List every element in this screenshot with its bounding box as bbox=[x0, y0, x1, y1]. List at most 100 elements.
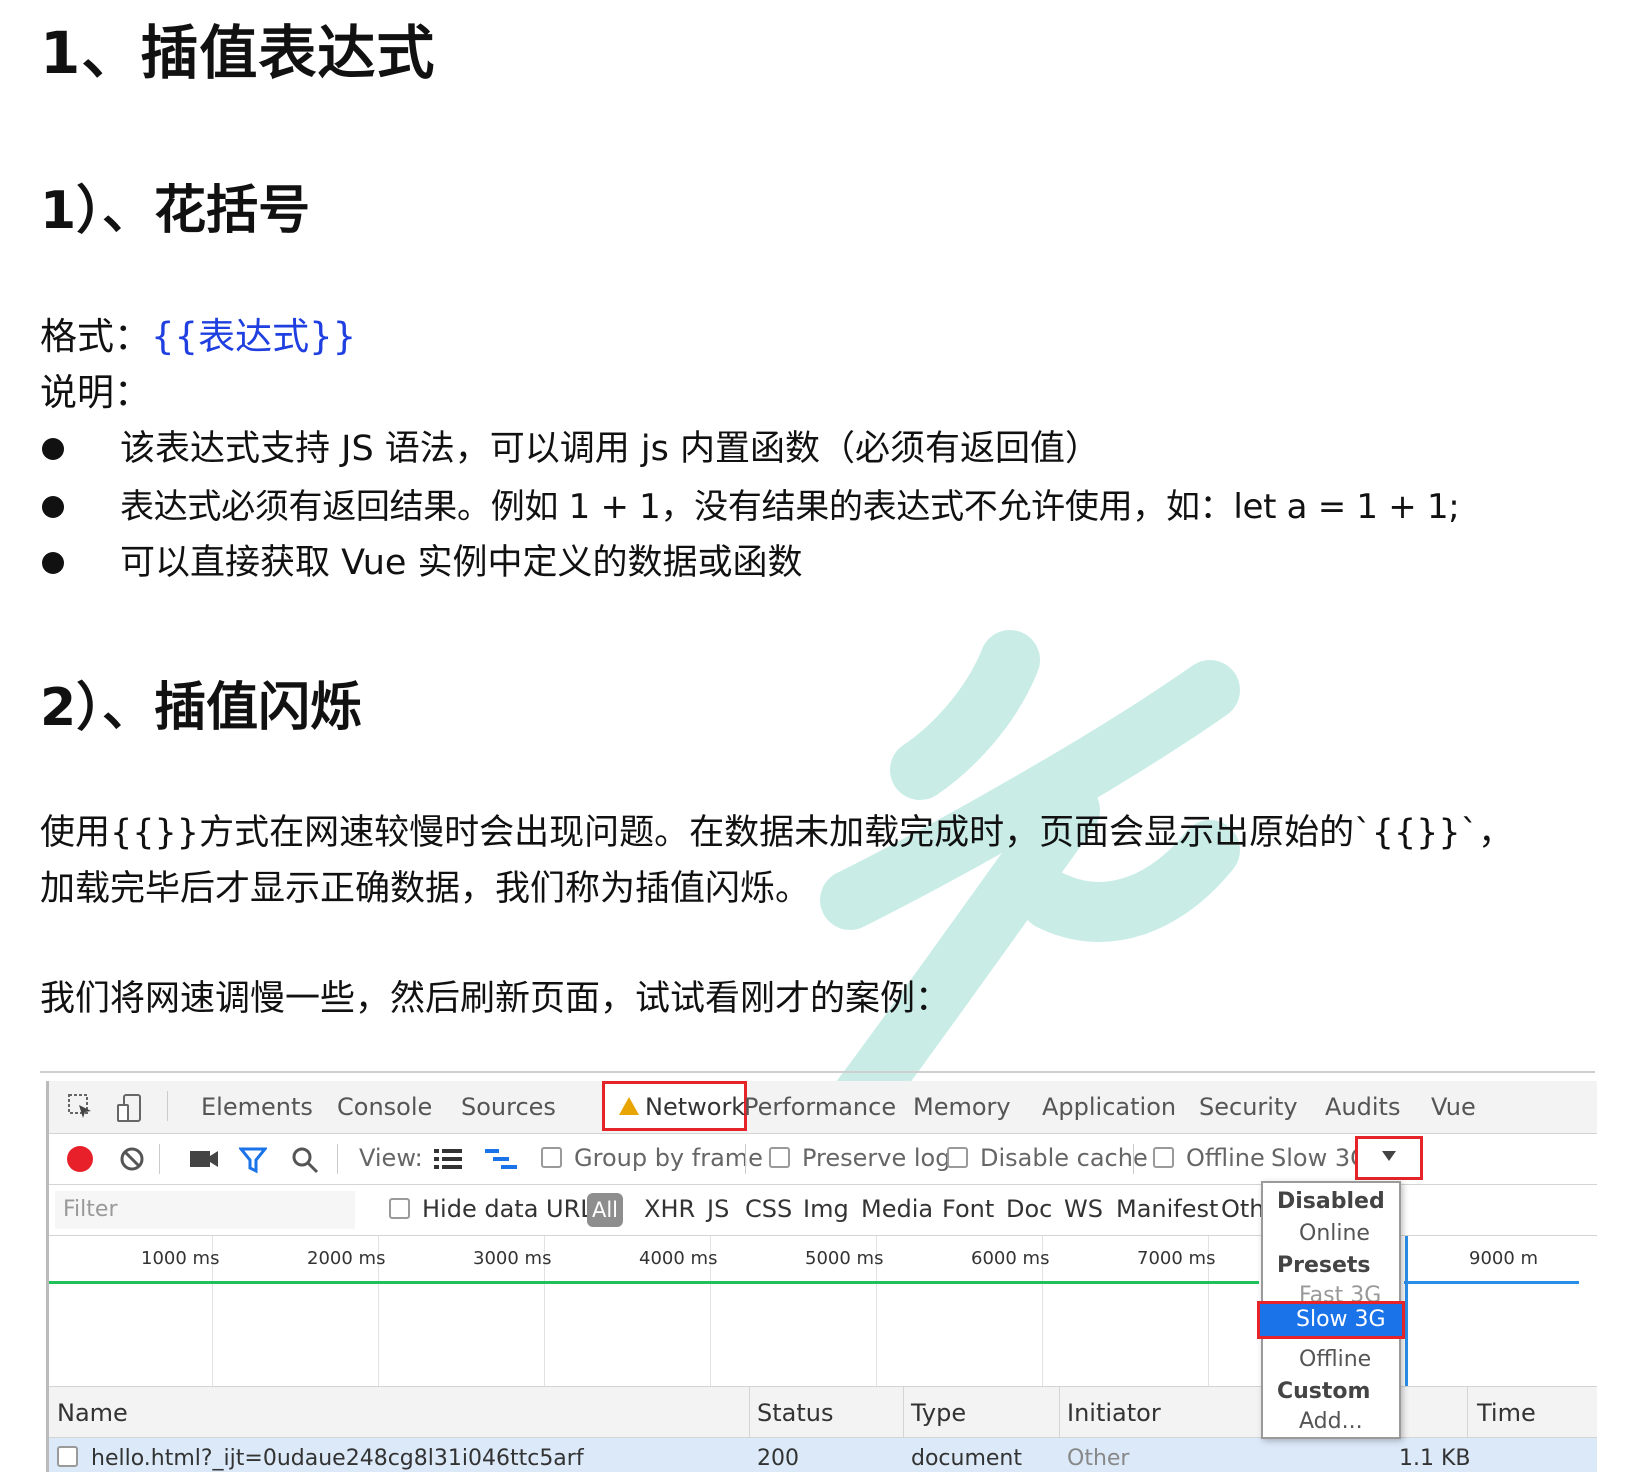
timeline-bar-blue bbox=[1404, 1281, 1579, 1284]
filter-type-other[interactable]: Oth bbox=[1221, 1195, 1265, 1223]
waterfall-view-icon[interactable] bbox=[485, 1148, 517, 1176]
column-header-time[interactable]: Time bbox=[1477, 1399, 1536, 1427]
checkbox-icon bbox=[1153, 1147, 1174, 1168]
filter-icon[interactable] bbox=[237, 1146, 269, 1180]
column-header-type[interactable]: Type bbox=[911, 1399, 966, 1427]
dropdown-header-presets: Presets bbox=[1277, 1253, 1371, 1278]
tick-label: 4000 ms bbox=[639, 1248, 718, 1269]
tab-elements[interactable]: Elements bbox=[201, 1093, 313, 1121]
timeline-marker bbox=[1405, 1236, 1408, 1386]
page-title: 1、插值表达式 bbox=[40, 19, 436, 87]
separator bbox=[159, 1144, 160, 1174]
row-checkbox[interactable] bbox=[57, 1446, 90, 1471]
dropdown-option-slow3g[interactable]: Slow 3G bbox=[1257, 1301, 1405, 1339]
format-label: 格式： bbox=[40, 315, 151, 358]
tab-security[interactable]: Security bbox=[1199, 1093, 1298, 1121]
bullet-text: 可以直接获取 Vue 实例中定义的数据或函数 bbox=[120, 543, 803, 583]
tab-network-label: Network bbox=[645, 1093, 746, 1121]
filter-type-js[interactable]: JS bbox=[707, 1195, 729, 1223]
checkbox-icon bbox=[769, 1147, 790, 1168]
tab-performance[interactable]: Performance bbox=[744, 1093, 896, 1121]
tick-label: 5000 ms bbox=[805, 1248, 884, 1269]
timeline-bar-green bbox=[49, 1281, 1259, 1284]
filter-type-font[interactable]: Font bbox=[942, 1195, 994, 1223]
separator bbox=[1133, 1144, 1134, 1174]
disable-cache-label: Disable cache bbox=[980, 1144, 1148, 1172]
warning-icon bbox=[619, 1097, 639, 1115]
column-header-name[interactable]: Name bbox=[57, 1399, 128, 1427]
row-type: document bbox=[911, 1446, 1022, 1471]
throttle-dropdown-button[interactable] bbox=[1355, 1136, 1423, 1180]
group-by-frame-checkbox[interactable]: Group by frame bbox=[541, 1144, 763, 1172]
divider bbox=[40, 1071, 1595, 1073]
tab-sources[interactable]: Sources bbox=[461, 1093, 556, 1121]
bullet-dot bbox=[42, 496, 64, 518]
column-separator bbox=[749, 1387, 750, 1437]
tick-label: 7000 ms bbox=[1137, 1248, 1216, 1269]
group-by-frame-label: Group by frame bbox=[574, 1144, 763, 1172]
search-icon[interactable] bbox=[291, 1146, 319, 1180]
filter-type-manifest[interactable]: Manifest bbox=[1116, 1195, 1218, 1223]
tab-audits[interactable]: Audits bbox=[1325, 1093, 1400, 1121]
filter-type-media[interactable]: Media bbox=[861, 1195, 933, 1223]
device-toolbar-icon[interactable] bbox=[115, 1093, 145, 1129]
tab-network[interactable]: Network bbox=[602, 1081, 747, 1131]
preserve-log-checkbox[interactable]: Preserve log bbox=[769, 1144, 950, 1172]
tick-label: 1000 ms bbox=[141, 1248, 220, 1269]
filter-type-img[interactable]: Img bbox=[803, 1195, 849, 1223]
tick-label: 9000 m bbox=[1469, 1248, 1539, 1269]
dropdown-option-online[interactable]: Online bbox=[1299, 1221, 1370, 1246]
row-status: 200 bbox=[757, 1446, 799, 1471]
hide-data-urls-checkbox[interactable]: Hide data URLs bbox=[389, 1195, 606, 1223]
format-line: 格式：{{表达式}} bbox=[40, 308, 356, 366]
column-separator bbox=[1059, 1387, 1060, 1437]
hide-data-urls-label: Hide data URLs bbox=[422, 1195, 607, 1223]
record-icon[interactable] bbox=[67, 1146, 93, 1172]
column-header-status[interactable]: Status bbox=[757, 1399, 833, 1427]
list-view-icon[interactable] bbox=[434, 1148, 462, 1176]
checkbox-icon bbox=[947, 1147, 968, 1168]
devtools-panel: Elements Console Sources Network Perform… bbox=[46, 1081, 1597, 1472]
tab-memory[interactable]: Memory bbox=[913, 1093, 1011, 1121]
separator bbox=[167, 1091, 168, 1121]
tab-application[interactable]: Application bbox=[1042, 1093, 1176, 1121]
tab-vue[interactable]: Vue bbox=[1431, 1093, 1476, 1121]
filter-type-doc[interactable]: Doc bbox=[1006, 1195, 1052, 1223]
filter-input[interactable]: Filter bbox=[55, 1191, 355, 1229]
devtools-tabbar: Elements Console Sources Network Perform… bbox=[49, 1081, 1597, 1134]
dropdown-option-add[interactable]: Add... bbox=[1299, 1409, 1363, 1434]
filter-type-css[interactable]: CSS bbox=[745, 1195, 792, 1223]
column-separator bbox=[903, 1387, 904, 1437]
bullet-dot bbox=[42, 552, 64, 574]
filter-type-all[interactable]: All bbox=[587, 1193, 623, 1227]
checkbox-icon bbox=[389, 1198, 410, 1219]
separator bbox=[337, 1144, 338, 1174]
view-label: View: bbox=[359, 1144, 423, 1172]
paragraph-slow-network: 我们将网速调慢一些，然后刷新页面，试试看刚才的案例： bbox=[40, 979, 951, 1019]
filter-type-xhr[interactable]: XHR bbox=[644, 1195, 695, 1223]
checkbox-icon bbox=[541, 1147, 562, 1168]
filter-type-ws[interactable]: WS bbox=[1064, 1195, 1103, 1223]
heading-curly-braces: 1）、花括号 bbox=[40, 181, 311, 241]
separator bbox=[745, 1144, 746, 1174]
offline-checkbox[interactable]: Offline bbox=[1153, 1144, 1265, 1172]
row-name: hello.html?_ijt=0udaue248cg8l31i046ttc5a… bbox=[91, 1446, 584, 1471]
tick-label: 6000 ms bbox=[971, 1248, 1050, 1269]
table-row[interactable]: hello.html?_ijt=0udaue248cg8l31i046ttc5a… bbox=[49, 1438, 1597, 1472]
paragraph-line: 使用{{}}方式在网速较慢时会出现问题。在数据未加载完成时，页面会显示出原始的`… bbox=[40, 813, 1514, 853]
checkbox-icon bbox=[57, 1446, 78, 1467]
disable-cache-checkbox[interactable]: Disable cache bbox=[947, 1144, 1148, 1172]
throttle-dropdown-menu: Disabled Online Presets Fast 3G Slow 3G … bbox=[1257, 1181, 1405, 1439]
bullet-dot bbox=[42, 438, 64, 460]
dropdown-header-disabled: Disabled bbox=[1277, 1189, 1385, 1214]
dropdown-option-offline[interactable]: Offline bbox=[1299, 1347, 1371, 1372]
tab-console[interactable]: Console bbox=[337, 1093, 432, 1121]
format-code: {{表达式}} bbox=[151, 315, 357, 358]
clear-icon[interactable] bbox=[119, 1146, 145, 1178]
inspect-icon[interactable] bbox=[67, 1093, 95, 1127]
heading-interpolation-flicker: 2）、插值闪烁 bbox=[40, 678, 363, 738]
capture-screenshots-icon[interactable] bbox=[189, 1148, 219, 1176]
column-header-initiator[interactable]: Initiator bbox=[1067, 1399, 1161, 1427]
explain-label: 说明： bbox=[40, 371, 151, 414]
tick-label: 3000 ms bbox=[473, 1248, 552, 1269]
